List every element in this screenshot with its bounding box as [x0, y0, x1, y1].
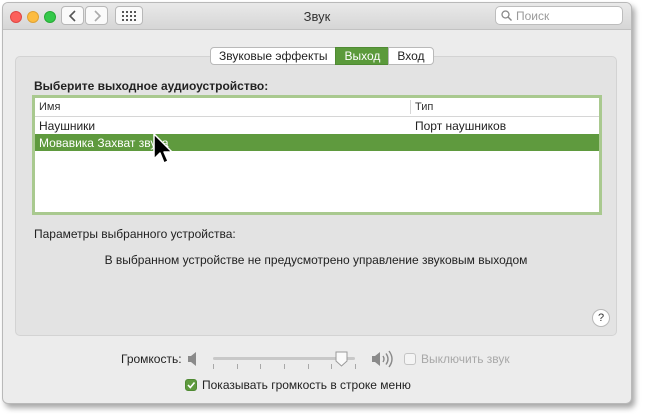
table-header: Имя Тип [35, 98, 599, 117]
output-device-heading: Выберите выходное аудиоустройство: [34, 79, 269, 93]
volume-label: Громкость: [121, 352, 182, 366]
column-divider [410, 100, 411, 114]
column-header-type[interactable]: Тип [415, 101, 433, 113]
volume-slider-tick [308, 364, 309, 369]
volume-slider-tick [284, 364, 285, 369]
show-volume-in-menu-checkbox[interactable]: Показывать громкость в строке меню [185, 378, 411, 392]
tab-input[interactable]: Вход [388, 47, 434, 65]
speaker-low-icon [188, 352, 196, 366]
device-name: Мовавика Захват звука [39, 136, 169, 150]
volume-slider[interactable] [213, 349, 363, 373]
mute-checkbox-box[interactable] [404, 353, 416, 365]
show-volume-checkbox-box[interactable] [185, 379, 197, 391]
volume-slider-tick [331, 364, 332, 369]
volume-slider-tick [237, 364, 238, 369]
device-type: Порт наушников [415, 119, 507, 133]
tab-bar: Звуковые эффекты Выход Вход [210, 47, 434, 65]
volume-slider-track [213, 357, 355, 360]
volume-slider-tick [355, 364, 356, 369]
search-icon [501, 10, 512, 21]
volume-slider-thumb[interactable] [335, 351, 348, 367]
volume-slider-tick [260, 364, 261, 369]
pointer-cursor-icon [153, 133, 173, 164]
search-placeholder: Поиск [516, 9, 550, 23]
table-row-selected[interactable]: Мовавика Захват звука [35, 134, 599, 151]
output-panel: Выберите выходное аудиоустройство: Имя Т… [15, 56, 617, 336]
mute-checkbox[interactable]: Выключить звук [404, 352, 510, 366]
title-bar: Звук Поиск [3, 3, 631, 30]
no-control-message: В выбранном устройстве не предусмотрено … [104, 253, 528, 267]
device-params-label: Параметры выбранного устройства: [34, 227, 236, 241]
output-device-table[interactable]: Имя Тип Наушники Порт наушников Мовавика… [32, 95, 602, 215]
device-name: Наушники [39, 119, 96, 133]
search-field[interactable]: Поиск [495, 6, 623, 25]
table-row[interactable]: Наушники Порт наушников [35, 117, 599, 134]
sound-preferences-window: Звук Поиск Выберите выходное аудиоустрой… [2, 2, 632, 404]
mute-label: Выключить звук [421, 352, 510, 366]
checkmark-icon [187, 381, 196, 389]
show-volume-label: Показывать громкость в строке меню [202, 378, 411, 392]
volume-slider-tick [213, 364, 214, 369]
help-button[interactable]: ? [592, 309, 610, 327]
tab-sound-effects[interactable]: Звуковые эффекты [210, 47, 337, 65]
column-header-name[interactable]: Имя [39, 101, 60, 113]
speaker-high-icon [372, 350, 393, 368]
tab-output[interactable]: Выход [335, 47, 390, 65]
